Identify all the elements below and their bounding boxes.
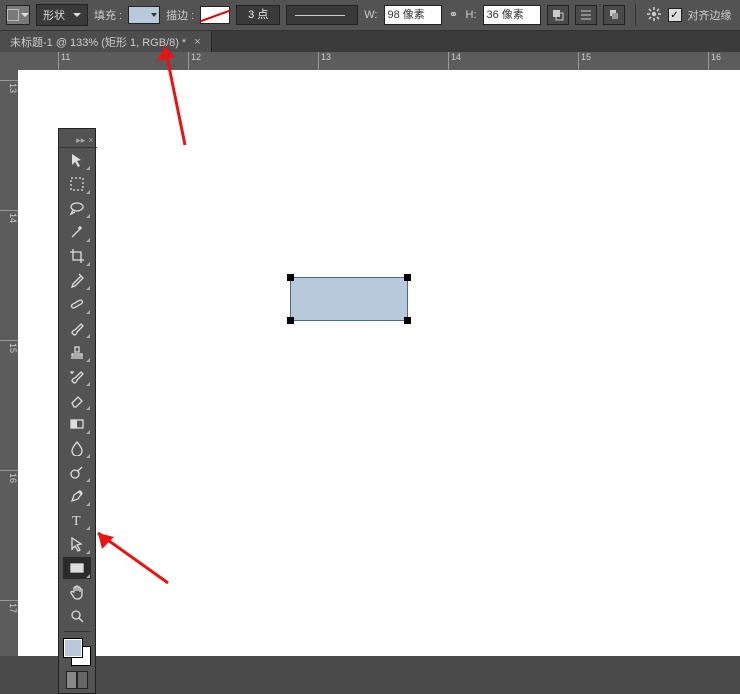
quick-mask-mode-icon	[77, 671, 88, 689]
ruler-tick: 13	[0, 80, 18, 93]
standard-mode-icon	[66, 671, 77, 689]
type-tool[interactable]: T	[63, 509, 91, 531]
crop-tool[interactable]	[63, 245, 91, 267]
height-field[interactable]: 36 像素	[483, 5, 541, 25]
align-edges-label: 对齐边缘	[688, 7, 732, 23]
lasso-tool[interactable]	[63, 197, 91, 219]
svg-text:T: T	[72, 514, 81, 528]
color-swatches	[64, 639, 90, 665]
width-field[interactable]: 98 像素	[384, 5, 442, 25]
brush-tool[interactable]	[63, 317, 91, 339]
link-dimensions-icon[interactable]: ⚭	[448, 8, 460, 22]
separator	[635, 4, 636, 26]
stroke-color-picker[interactable]	[200, 6, 230, 24]
ruler-tick: 12	[188, 52, 201, 70]
fill-label: 填充 :	[94, 7, 122, 23]
document-tab-title: 未标题-1 @ 133% (矩形 1, RGB/8) *	[10, 34, 186, 50]
document-tab[interactable]: 未标题-1 @ 133% (矩形 1, RGB/8) * ×	[0, 31, 212, 53]
zoom-tool[interactable]	[63, 605, 91, 627]
eraser-tool[interactable]	[63, 389, 91, 411]
clone-stamp-tool[interactable]	[63, 341, 91, 363]
ruler-tick: 15	[578, 52, 591, 70]
width-label: W:	[364, 9, 377, 21]
close-icon[interactable]: ×	[194, 36, 200, 48]
healing-brush-tool[interactable]	[63, 293, 91, 315]
stroke-style-picker[interactable]	[286, 5, 358, 25]
close-icon[interactable]: ×	[88, 135, 93, 145]
ruler-tick: 14	[448, 52, 461, 70]
ruler-tick: 11	[58, 52, 70, 70]
ruler-tick: 15	[0, 340, 18, 353]
foreground-color-swatch[interactable]	[64, 639, 82, 657]
fill-color-picker[interactable]	[128, 6, 160, 24]
path-selection-tool[interactable]	[63, 533, 91, 555]
ruler-tick: 13	[318, 52, 331, 70]
tools-panel-header[interactable]: ▸▸ ×	[58, 133, 97, 148]
rectangle-shape[interactable]	[290, 277, 408, 321]
workspace: 11 12 13 14 15 16 13 14 15 16 17	[0, 52, 740, 656]
blur-tool[interactable]	[63, 437, 91, 459]
divider	[64, 631, 90, 632]
transform-handle[interactable]	[404, 317, 411, 324]
horizontal-ruler[interactable]: 11 12 13 14 15 16	[18, 52, 740, 71]
edit-mode-toggle[interactable]	[66, 671, 88, 689]
path-alignment-button[interactable]	[575, 5, 597, 25]
ruler-tick: 16	[708, 52, 721, 70]
pen-tool[interactable]	[63, 485, 91, 507]
history-brush-tool[interactable]	[63, 365, 91, 387]
tool-mode-select[interactable]: 形状	[36, 4, 88, 26]
vertical-ruler[interactable]: 13 14 15 16 17	[0, 70, 19, 656]
ruler-origin[interactable]	[0, 52, 19, 71]
eyedropper-tool[interactable]	[63, 269, 91, 291]
path-operations-button[interactable]	[547, 5, 569, 25]
ruler-tick: 17	[0, 600, 18, 613]
document-tab-strip: 未标题-1 @ 133% (矩形 1, RGB/8) * ×	[0, 31, 740, 54]
collapse-icon[interactable]: ▸▸	[76, 135, 85, 146]
transform-handle[interactable]	[404, 274, 411, 281]
move-tool[interactable]	[63, 149, 91, 171]
canvas[interactable]	[18, 70, 740, 656]
options-bar: 形状 填充 : 描边 : 3 点 W: 98 像素 ⚭ H: 36 像素 ✓ 对…	[0, 0, 740, 31]
hand-tool[interactable]	[63, 581, 91, 603]
rectangle-shape-tool[interactable]	[63, 557, 91, 579]
path-arrangement-button[interactable]	[603, 5, 625, 25]
ruler-tick: 14	[0, 210, 18, 223]
transform-handle[interactable]	[287, 317, 294, 324]
transform-handle[interactable]	[287, 274, 294, 281]
stroke-label: 描边 :	[166, 7, 194, 23]
marquee-tool[interactable]	[63, 173, 91, 195]
height-label: H:	[466, 9, 477, 21]
stroke-width-field[interactable]: 3 点	[236, 5, 280, 25]
dodge-tool[interactable]	[63, 461, 91, 483]
shape-options-gear-icon[interactable]	[646, 6, 662, 25]
tool-preset-picker[interactable]	[6, 5, 30, 25]
tool-mode-label: 形状	[43, 7, 65, 23]
magic-wand-tool[interactable]	[63, 221, 91, 243]
align-edges-checkbox[interactable]: ✓	[668, 8, 682, 22]
gradient-tool[interactable]	[63, 413, 91, 435]
tools-panel: ▸▸ × T	[58, 128, 96, 694]
ruler-tick: 16	[0, 470, 18, 483]
